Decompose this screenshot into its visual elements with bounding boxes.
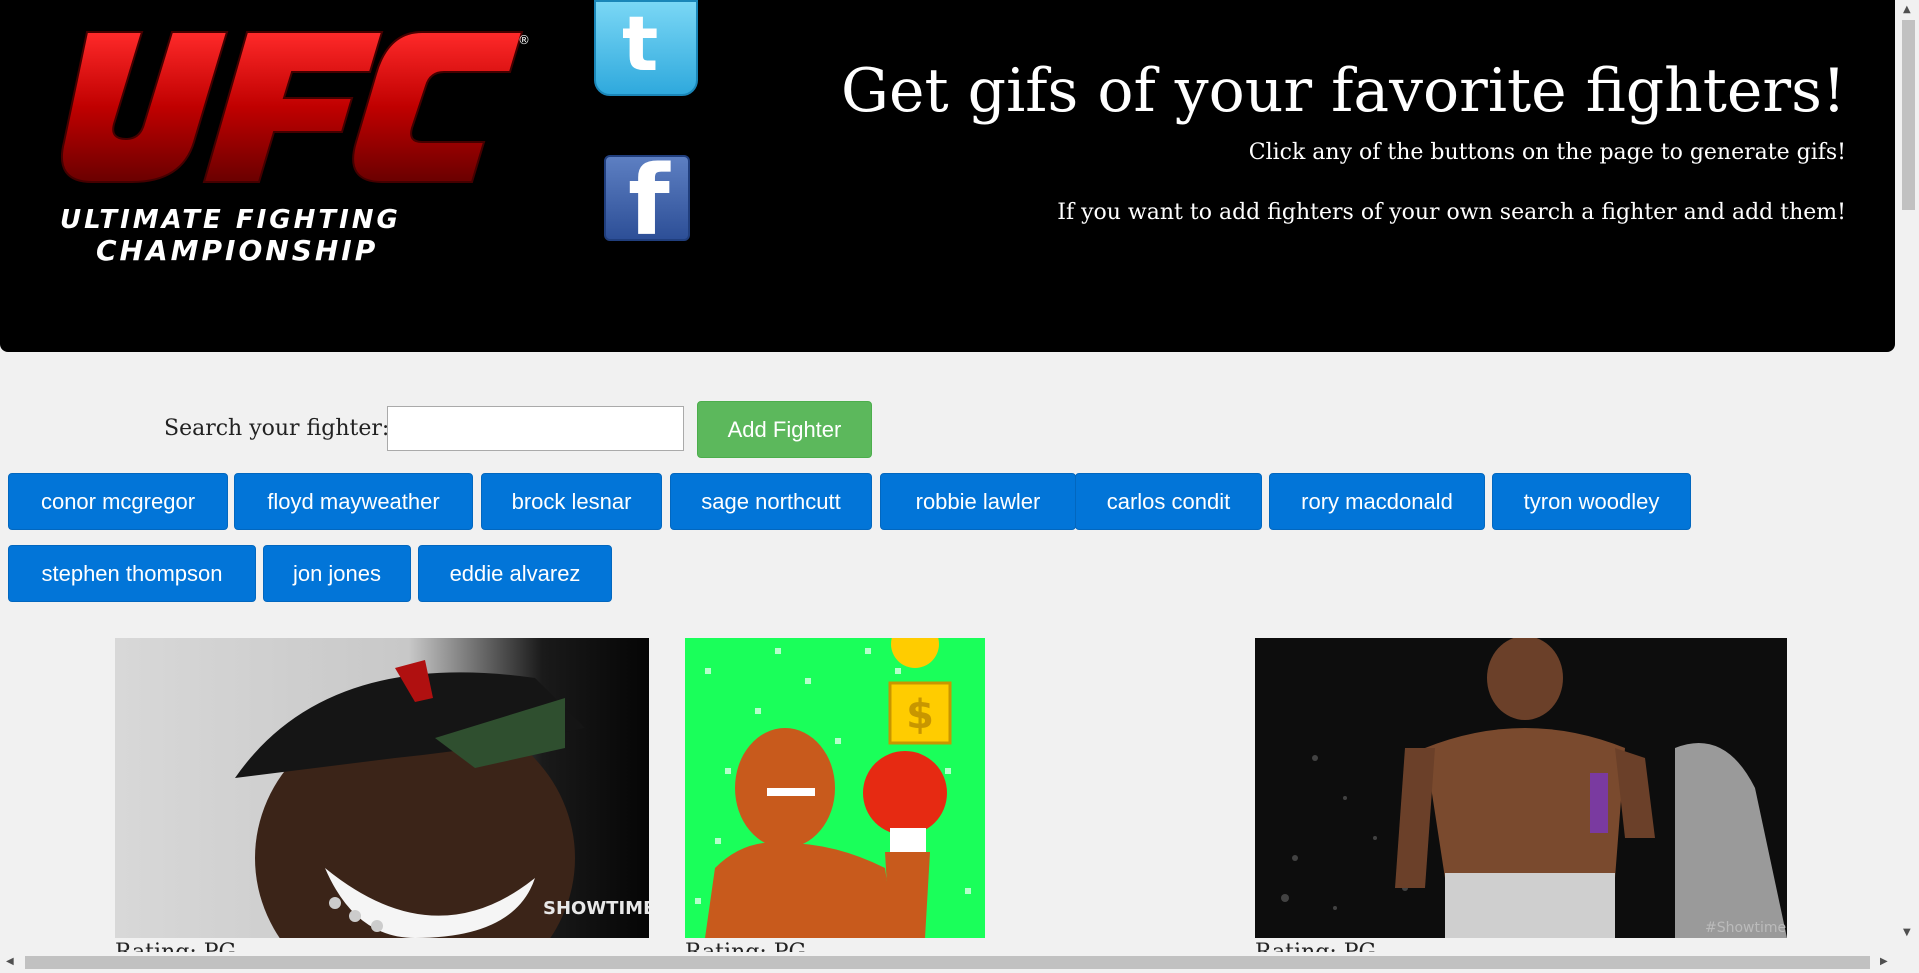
- page-title: Get gifs of your favorite fighters!: [841, 56, 1846, 126]
- gif-rating: Rating: PG: [1255, 940, 1376, 952]
- vertical-scrollbar[interactable]: ▲ ▼: [1898, 0, 1919, 952]
- fighter-button-tyron-woodley[interactable]: tyron woodley: [1492, 473, 1691, 530]
- scroll-up-icon[interactable]: ▲: [1903, 4, 1911, 15]
- svg-text:$: $: [906, 692, 934, 738]
- search-input[interactable]: [387, 406, 684, 451]
- vertical-scroll-thumb[interactable]: [1902, 20, 1915, 210]
- fighter-gif[interactable]: $: [685, 638, 985, 938]
- ufc-logo: ULTIMATE FIGHTING CHAMPIONSHIP ®: [60, 31, 530, 264]
- fighter-gif[interactable]: SHOWTIME: [115, 638, 649, 938]
- facebook-icon[interactable]: f: [604, 155, 690, 241]
- fighter-button-sage-northcutt[interactable]: sage northcutt: [670, 473, 872, 530]
- gif-rating: Rating: PG: [115, 940, 236, 952]
- search-label: Search your fighter:: [164, 416, 390, 441]
- fighter-button-eddie-alvarez[interactable]: eddie alvarez: [418, 545, 612, 602]
- svg-text:®: ®: [518, 33, 530, 47]
- horizontal-scrollbar[interactable]: ◀ ▶: [0, 952, 1898, 973]
- header: ULTIMATE FIGHTING CHAMPIONSHIP ® t f Get…: [0, 0, 1895, 352]
- scroll-left-icon[interactable]: ◀: [6, 956, 14, 967]
- fighter-gif[interactable]: #Showtime: [1255, 638, 1787, 938]
- logo-subtitle-1: ULTIMATE FIGHTING: [60, 205, 401, 235]
- logo-subtitle-2: CHAMPIONSHIP: [96, 234, 378, 264]
- scroll-right-icon[interactable]: ▶: [1880, 956, 1888, 967]
- add-fighter-button[interactable]: Add Fighter: [697, 401, 872, 458]
- fighter-button-robbie-lawler[interactable]: robbie lawler: [880, 473, 1076, 530]
- fighter-button-rory-macdonald[interactable]: rory macdonald: [1269, 473, 1485, 530]
- svg-text:SHOWTIME: SHOWTIME: [543, 898, 649, 919]
- page-viewport: ULTIMATE FIGHTING CHAMPIONSHIP ® t f Get…: [0, 0, 1898, 952]
- svg-text:#Showtime: #Showtime: [1705, 920, 1786, 936]
- header-instructions: Click any of the buttons on the page to …: [1248, 140, 1846, 165]
- scroll-down-icon[interactable]: ▼: [1903, 927, 1911, 938]
- horizontal-scroll-thumb[interactable]: [25, 956, 1870, 969]
- fighter-button-conor-mcgregor[interactable]: conor mcgregor: [8, 473, 228, 530]
- fighter-button-carlos-condit[interactable]: carlos condit: [1075, 473, 1262, 530]
- fighter-button-jon-jones[interactable]: jon jones: [263, 545, 411, 602]
- twitter-icon[interactable]: t: [594, 0, 698, 96]
- fighter-button-brock-lesnar[interactable]: brock lesnar: [481, 473, 662, 530]
- header-add-instructions: If you want to add fighters of your own …: [1057, 200, 1846, 225]
- fighter-button-stephen-thompson[interactable]: stephen thompson: [8, 545, 256, 602]
- gif-rating: Rating: PG: [685, 940, 806, 952]
- fighter-button-floyd-mayweather[interactable]: floyd mayweather: [234, 473, 473, 530]
